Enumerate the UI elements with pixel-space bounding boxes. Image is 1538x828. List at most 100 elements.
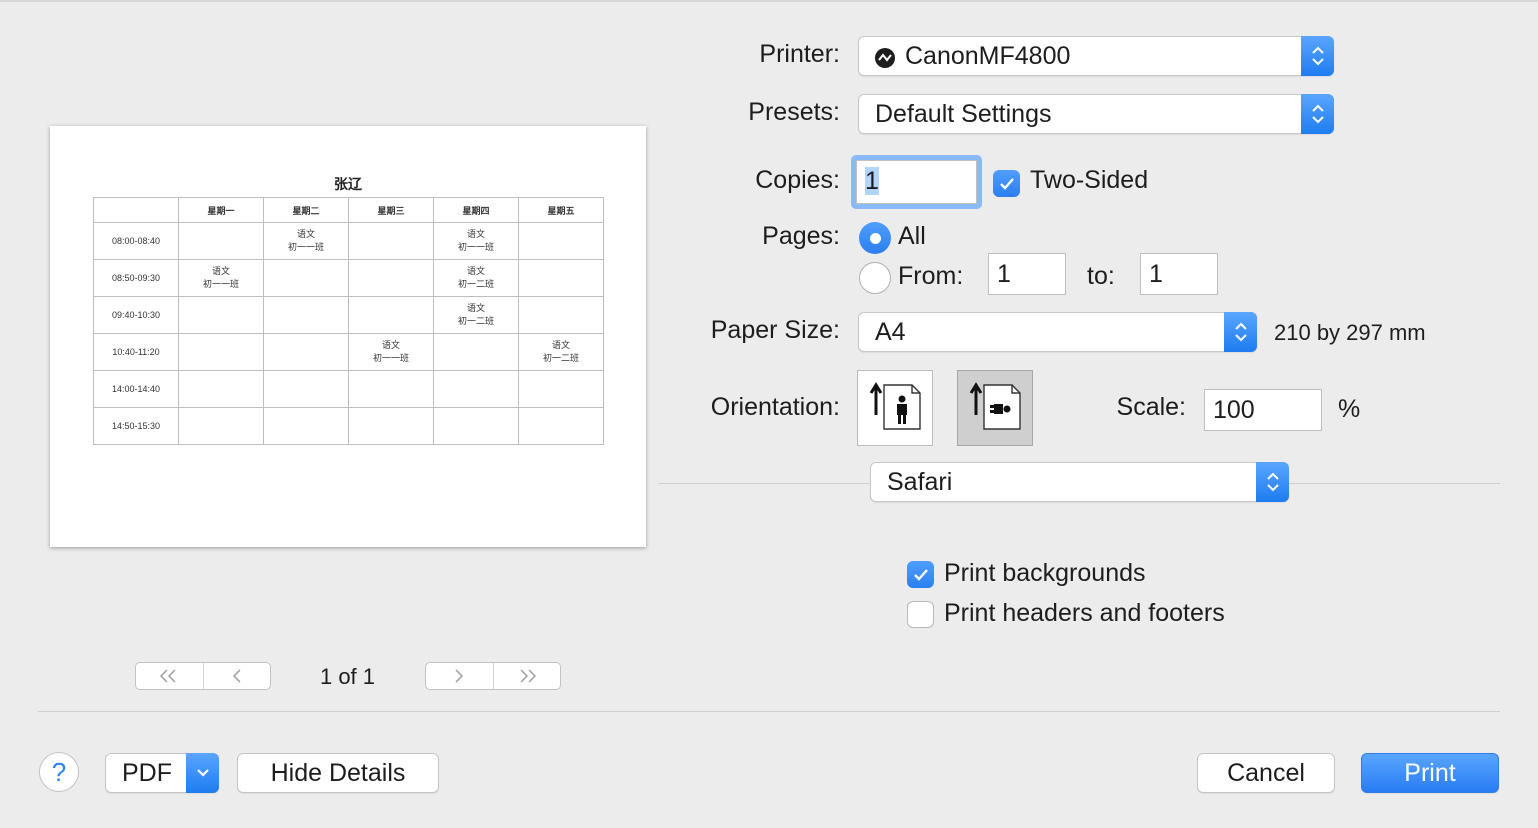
schedule-cell [178,296,264,334]
schedule-cell [348,296,434,334]
hide-details-button[interactable]: Hide Details [237,753,439,793]
schedule-cell [518,407,604,445]
printer-label: Printer: [759,40,840,68]
paper-size-label: Paper Size: [710,316,840,344]
schedule-row: 14:50-15:30 [93,407,604,445]
section-value: Safari [887,468,953,496]
schedule-cell [433,370,519,408]
schedule-row: 09:40-10:30 语文 初一二班 [93,296,604,334]
schedule-cell: 语文 初一二班 [433,259,519,297]
scale-field[interactable]: 100 [1204,389,1322,431]
popup-arrows-icon [1224,312,1257,352]
chevron-down-icon [196,769,209,777]
chevron-left-icon [232,669,241,683]
presets-popup[interactable]: Default Settings [858,94,1334,134]
footer-divider [38,711,1500,712]
page-nav-forward-group [425,662,561,690]
paper-size-popup[interactable]: A4 [858,312,1257,352]
scale-unit: % [1338,395,1361,423]
schedule-cell: 语文 初一一班 [178,259,264,297]
popup-arrows-icon [1256,462,1289,502]
preview-schedule-table: 星期一 星期二 星期三 星期四 星期五 08:00-08:40 语文 初一一班 语文 初一一… [93,197,604,445]
pages-from-field[interactable]: 1 [988,253,1066,295]
checkmark-icon [913,568,928,581]
pages-all-radio[interactable] [859,222,891,254]
schedule-cell [348,370,434,408]
double-chevron-left-icon [160,669,176,683]
help-button[interactable]: ? [39,752,79,792]
popup-arrows-icon [1301,36,1334,76]
schedule-time-cell: 08:00-08:40 [93,222,179,260]
schedule-time-cell: 14:00-14:40 [93,370,179,408]
pdf-label: PDF [122,759,172,787]
pages-label: Pages: [762,222,840,250]
presets-label: Presets: [748,98,840,126]
schedule-header-cell: 星期一 [178,197,264,223]
chevron-right-icon [455,669,464,683]
schedule-row: 08:50-09:30 语文 初一一班 语文 初一二班 [93,259,604,297]
schedule-cell [348,222,434,260]
presets-value: Default Settings [875,100,1052,128]
print-headers-footers-checkbox[interactable] [907,601,934,628]
window-top-edge [0,0,1538,2]
cancel-button[interactable]: Cancel [1197,753,1335,793]
schedule-row: 14:00-14:40 [93,370,604,408]
orientation-landscape-button[interactable] [957,370,1033,446]
page-nav-back-group [135,662,271,690]
schedule-cell: 语文 初一一班 [348,333,434,371]
pages-to-label: to: [1087,262,1115,290]
schedule-header-cell: 星期三 [348,197,434,223]
copies-value: 1 [865,167,879,195]
schedule-cell [263,370,349,408]
landscape-orientation-icon [969,382,1021,430]
schedule-header-cell: 星期四 [433,197,519,223]
print-headers-footers-label: Print headers and footers [944,599,1225,627]
schedule-cell [263,407,349,445]
orientation-portrait-button[interactable] [857,370,933,446]
schedule-cell [263,333,349,371]
schedule-header-cell [93,197,179,223]
printer-status-icon [875,48,895,68]
print-preview: 张辽 星期一 星期二 星期三 星期四 星期五 08:00-08:40 语文 初一一班 语文 … [50,126,646,547]
printer-popup[interactable]: CanonMF4800 [858,36,1334,76]
orientation-label: Orientation: [710,393,840,421]
schedule-row: 08:00-08:40 语文 初一一班 语文 初一一班 [93,222,604,260]
previous-page-button[interactable] [202,663,271,689]
pages-from-radio[interactable] [859,262,891,294]
print-backgrounds-checkbox[interactable] [907,561,934,588]
schedule-cell [433,333,519,371]
schedule-cell [178,407,264,445]
pages-to-field[interactable]: 1 [1140,253,1218,295]
schedule-time-cell: 09:40-10:30 [93,296,179,334]
pdf-menu-button[interactable]: PDF [105,753,219,793]
checkmark-icon [999,177,1014,190]
print-backgrounds-label: Print backgrounds [944,559,1146,587]
schedule-cell: 语文 初一二班 [433,296,519,334]
portrait-orientation-icon [869,382,921,430]
schedule-cell: 语文 初一一班 [263,222,349,260]
schedule-cell: 语文 初一二班 [518,333,604,371]
popup-arrows-icon [1301,94,1334,134]
schedule-cell [518,370,604,408]
section-popup[interactable]: Safari [870,462,1289,502]
schedule-header-cell: 星期五 [518,197,604,223]
copies-field[interactable]: 1 [856,160,977,204]
pages-from-label: From: [898,262,964,290]
two-sided-checkbox[interactable] [993,170,1020,197]
pdf-dropdown-arrow[interactable] [186,753,219,793]
schedule-cell [433,407,519,445]
schedule-cell [348,407,434,445]
first-page-button[interactable] [136,663,203,689]
pages-all-label: All [898,222,926,250]
page-indicator: 1 of 1 [319,664,376,689]
schedule-time-cell: 14:50-15:30 [93,407,179,445]
paper-size-dimensions: 210 by 297 mm [1274,320,1426,345]
schedule-time-cell: 08:50-09:30 [93,259,179,297]
schedule-header-cell: 星期二 [263,197,349,223]
schedule-cell [518,296,604,334]
last-page-button[interactable] [492,663,561,689]
schedule-cell [178,370,264,408]
print-button[interactable]: Print [1361,753,1499,793]
schedule-cell [178,222,264,260]
next-page-button[interactable] [426,663,493,689]
